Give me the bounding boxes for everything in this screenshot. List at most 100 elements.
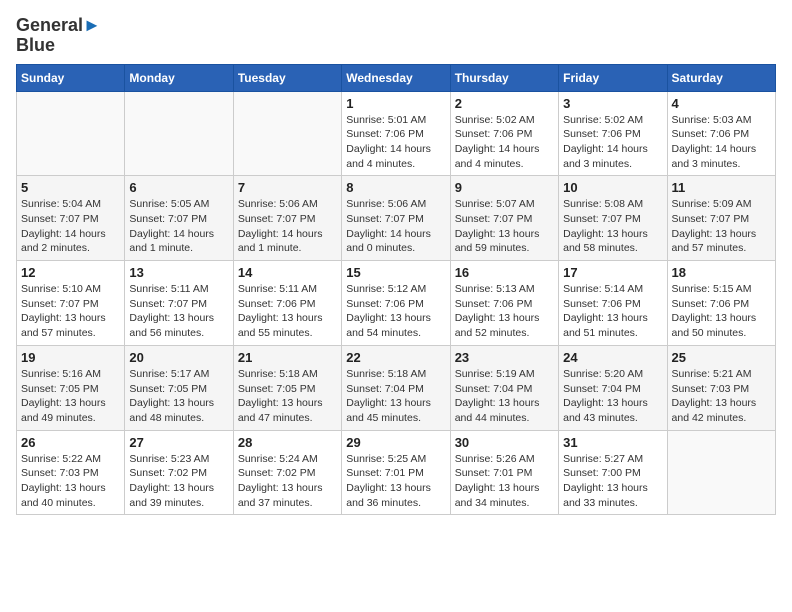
weekday-label: Sunday [17, 64, 125, 91]
calendar-day-cell: 23 Sunrise: 5:19 AM Sunset: 7:04 PM Dayli… [450, 345, 558, 430]
logo: General► Blue [16, 16, 101, 56]
day-info: Sunrise: 5:07 AM Sunset: 7:07 PM Dayligh… [455, 197, 554, 256]
day-number: 15 [346, 265, 445, 280]
calendar-day-cell [233, 91, 341, 176]
calendar-day-cell: 12 Sunrise: 5:10 AM Sunset: 7:07 PM Dayli… [17, 261, 125, 346]
weekday-label: Tuesday [233, 64, 341, 91]
calendar-day-cell: 14 Sunrise: 5:11 AM Sunset: 7:06 PM Dayli… [233, 261, 341, 346]
calendar-day-cell: 9 Sunrise: 5:07 AM Sunset: 7:07 PM Daylig… [450, 176, 558, 261]
calendar-week-row: 12 Sunrise: 5:10 AM Sunset: 7:07 PM Dayli… [17, 261, 776, 346]
day-info: Sunrise: 5:19 AM Sunset: 7:04 PM Dayligh… [455, 367, 554, 426]
calendar-day-cell: 3 Sunrise: 5:02 AM Sunset: 7:06 PM Daylig… [559, 91, 667, 176]
day-info: Sunrise: 5:03 AM Sunset: 7:06 PM Dayligh… [672, 113, 771, 172]
day-number: 29 [346, 435, 445, 450]
day-info: Sunrise: 5:10 AM Sunset: 7:07 PM Dayligh… [21, 282, 120, 341]
day-info: Sunrise: 5:23 AM Sunset: 7:02 PM Dayligh… [129, 452, 228, 511]
day-info: Sunrise: 5:09 AM Sunset: 7:07 PM Dayligh… [672, 197, 771, 256]
calendar-week-row: 26 Sunrise: 5:22 AM Sunset: 7:03 PM Dayli… [17, 430, 776, 515]
day-number: 8 [346, 180, 445, 195]
day-info: Sunrise: 5:12 AM Sunset: 7:06 PM Dayligh… [346, 282, 445, 341]
day-number: 26 [21, 435, 120, 450]
calendar-day-cell: 28Sunrise: 5:24 AM Sunset: 7:02 PM Dayli… [233, 430, 341, 515]
calendar-day-cell: 1 Sunrise: 5:01 AM Sunset: 7:06 PM Daylig… [342, 91, 450, 176]
day-info: Sunrise: 5:27 AM Sunset: 7:00 PM Dayligh… [563, 452, 662, 511]
calendar-day-cell: 2Sunrise: 5:02 AM Sunset: 7:06 PM Daylig… [450, 91, 558, 176]
calendar-day-cell: 18Sunrise: 5:15 AM Sunset: 7:06 PM Dayli… [667, 261, 775, 346]
day-number: 17 [563, 265, 662, 280]
day-number: 4 [672, 96, 771, 111]
day-info: Sunrise: 5:14 AM Sunset: 7:06 PM Dayligh… [563, 282, 662, 341]
day-number: 12 [21, 265, 120, 280]
day-info: Sunrise: 5:18 AM Sunset: 7:05 PM Dayligh… [238, 367, 337, 426]
day-info: Sunrise: 5:18 AM Sunset: 7:04 PM Dayligh… [346, 367, 445, 426]
day-number: 23 [455, 350, 554, 365]
day-info: Sunrise: 5:21 AM Sunset: 7:03 PM Dayligh… [672, 367, 771, 426]
weekday-label: Wednesday [342, 64, 450, 91]
logo-blue-text: Blue [16, 36, 55, 56]
day-info: Sunrise: 5:26 AM Sunset: 7:01 PM Dayligh… [455, 452, 554, 511]
calendar-week-row: 5Sunrise: 5:04 AM Sunset: 7:07 PM Daylig… [17, 176, 776, 261]
calendar-table: SundayMondayTuesdayWednesdayThursdayFrid… [16, 64, 776, 516]
day-info: Sunrise: 5:11 AM Sunset: 7:06 PM Dayligh… [238, 282, 337, 341]
calendar-day-cell: 30 Sunrise: 5:26 AM Sunset: 7:01 PM Dayli… [450, 430, 558, 515]
day-info: Sunrise: 5:13 AM Sunset: 7:06 PM Dayligh… [455, 282, 554, 341]
calendar-day-cell: 10Sunrise: 5:08 AM Sunset: 7:07 PM Dayli… [559, 176, 667, 261]
calendar-day-cell: 6 Sunrise: 5:05 AM Sunset: 7:07 PM Daylig… [125, 176, 233, 261]
calendar-day-cell: 16 Sunrise: 5:13 AM Sunset: 7:06 PM Dayli… [450, 261, 558, 346]
day-info: Sunrise: 5:05 AM Sunset: 7:07 PM Dayligh… [129, 197, 228, 256]
day-info: Sunrise: 5:11 AM Sunset: 7:07 PM Dayligh… [129, 282, 228, 341]
weekday-label: Saturday [667, 64, 775, 91]
day-number: 25 [672, 350, 771, 365]
day-number: 27 [129, 435, 228, 450]
day-info: Sunrise: 5:01 AM Sunset: 7:06 PM Dayligh… [346, 113, 445, 172]
calendar-day-cell: 11Sunrise: 5:09 AM Sunset: 7:07 PM Dayli… [667, 176, 775, 261]
day-number: 3 [563, 96, 662, 111]
calendar-day-cell: 29Sunrise: 5:25 AM Sunset: 7:01 PM Dayli… [342, 430, 450, 515]
calendar-day-cell: 5Sunrise: 5:04 AM Sunset: 7:07 PM Daylig… [17, 176, 125, 261]
calendar-week-row: 19 Sunrise: 5:16 AM Sunset: 7:05 PM Dayli… [17, 345, 776, 430]
day-info: Sunrise: 5:02 AM Sunset: 7:06 PM Dayligh… [563, 113, 662, 172]
calendar-body: 1 Sunrise: 5:01 AM Sunset: 7:06 PM Daylig… [17, 91, 776, 515]
day-number: 2 [455, 96, 554, 111]
calendar-day-cell: 17 Sunrise: 5:14 AM Sunset: 7:06 PM Dayli… [559, 261, 667, 346]
calendar-week-row: 1 Sunrise: 5:01 AM Sunset: 7:06 PM Daylig… [17, 91, 776, 176]
day-number: 7 [238, 180, 337, 195]
calendar-day-cell: 20 Sunrise: 5:17 AM Sunset: 7:05 PM Dayli… [125, 345, 233, 430]
page-header: General► Blue [16, 16, 776, 56]
weekday-label: Friday [559, 64, 667, 91]
day-info: Sunrise: 5:08 AM Sunset: 7:07 PM Dayligh… [563, 197, 662, 256]
calendar-day-cell: 27 Sunrise: 5:23 AM Sunset: 7:02 PM Dayli… [125, 430, 233, 515]
weekday-label: Monday [125, 64, 233, 91]
calendar-day-cell: 31 Sunrise: 5:27 AM Sunset: 7:00 PM Dayli… [559, 430, 667, 515]
calendar-day-cell: 13 Sunrise: 5:11 AM Sunset: 7:07 PM Dayli… [125, 261, 233, 346]
day-info: Sunrise: 5:17 AM Sunset: 7:05 PM Dayligh… [129, 367, 228, 426]
day-number: 30 [455, 435, 554, 450]
day-number: 20 [129, 350, 228, 365]
day-number: 31 [563, 435, 662, 450]
day-info: Sunrise: 5:22 AM Sunset: 7:03 PM Dayligh… [21, 452, 120, 511]
day-number: 1 [346, 96, 445, 111]
day-info: Sunrise: 5:16 AM Sunset: 7:05 PM Dayligh… [21, 367, 120, 426]
day-number: 13 [129, 265, 228, 280]
day-number: 9 [455, 180, 554, 195]
calendar-day-cell: 4 Sunrise: 5:03 AM Sunset: 7:06 PM Daylig… [667, 91, 775, 176]
calendar-day-cell: 15 Sunrise: 5:12 AM Sunset: 7:06 PM Dayli… [342, 261, 450, 346]
calendar-day-cell: 22Sunrise: 5:18 AM Sunset: 7:04 PM Dayli… [342, 345, 450, 430]
day-number: 6 [129, 180, 228, 195]
day-number: 19 [21, 350, 120, 365]
calendar-day-cell: 21 Sunrise: 5:18 AM Sunset: 7:05 PM Dayli… [233, 345, 341, 430]
day-number: 5 [21, 180, 120, 195]
calendar-day-cell: 7Sunrise: 5:06 AM Sunset: 7:07 PM Daylig… [233, 176, 341, 261]
day-number: 21 [238, 350, 337, 365]
calendar-day-cell: 25 Sunrise: 5:21 AM Sunset: 7:03 PM Dayli… [667, 345, 775, 430]
calendar-day-cell: 8 Sunrise: 5:06 AM Sunset: 7:07 PM Daylig… [342, 176, 450, 261]
day-number: 14 [238, 265, 337, 280]
calendar-day-cell: 19 Sunrise: 5:16 AM Sunset: 7:05 PM Dayli… [17, 345, 125, 430]
day-number: 16 [455, 265, 554, 280]
day-number: 28 [238, 435, 337, 450]
day-info: Sunrise: 5:15 AM Sunset: 7:06 PM Dayligh… [672, 282, 771, 341]
day-info: Sunrise: 5:20 AM Sunset: 7:04 PM Dayligh… [563, 367, 662, 426]
weekday-header-row: SundayMondayTuesdayWednesdayThursdayFrid… [17, 64, 776, 91]
calendar-day-cell: 26 Sunrise: 5:22 AM Sunset: 7:03 PM Dayli… [17, 430, 125, 515]
day-info: Sunrise: 5:06 AM Sunset: 7:07 PM Dayligh… [346, 197, 445, 256]
